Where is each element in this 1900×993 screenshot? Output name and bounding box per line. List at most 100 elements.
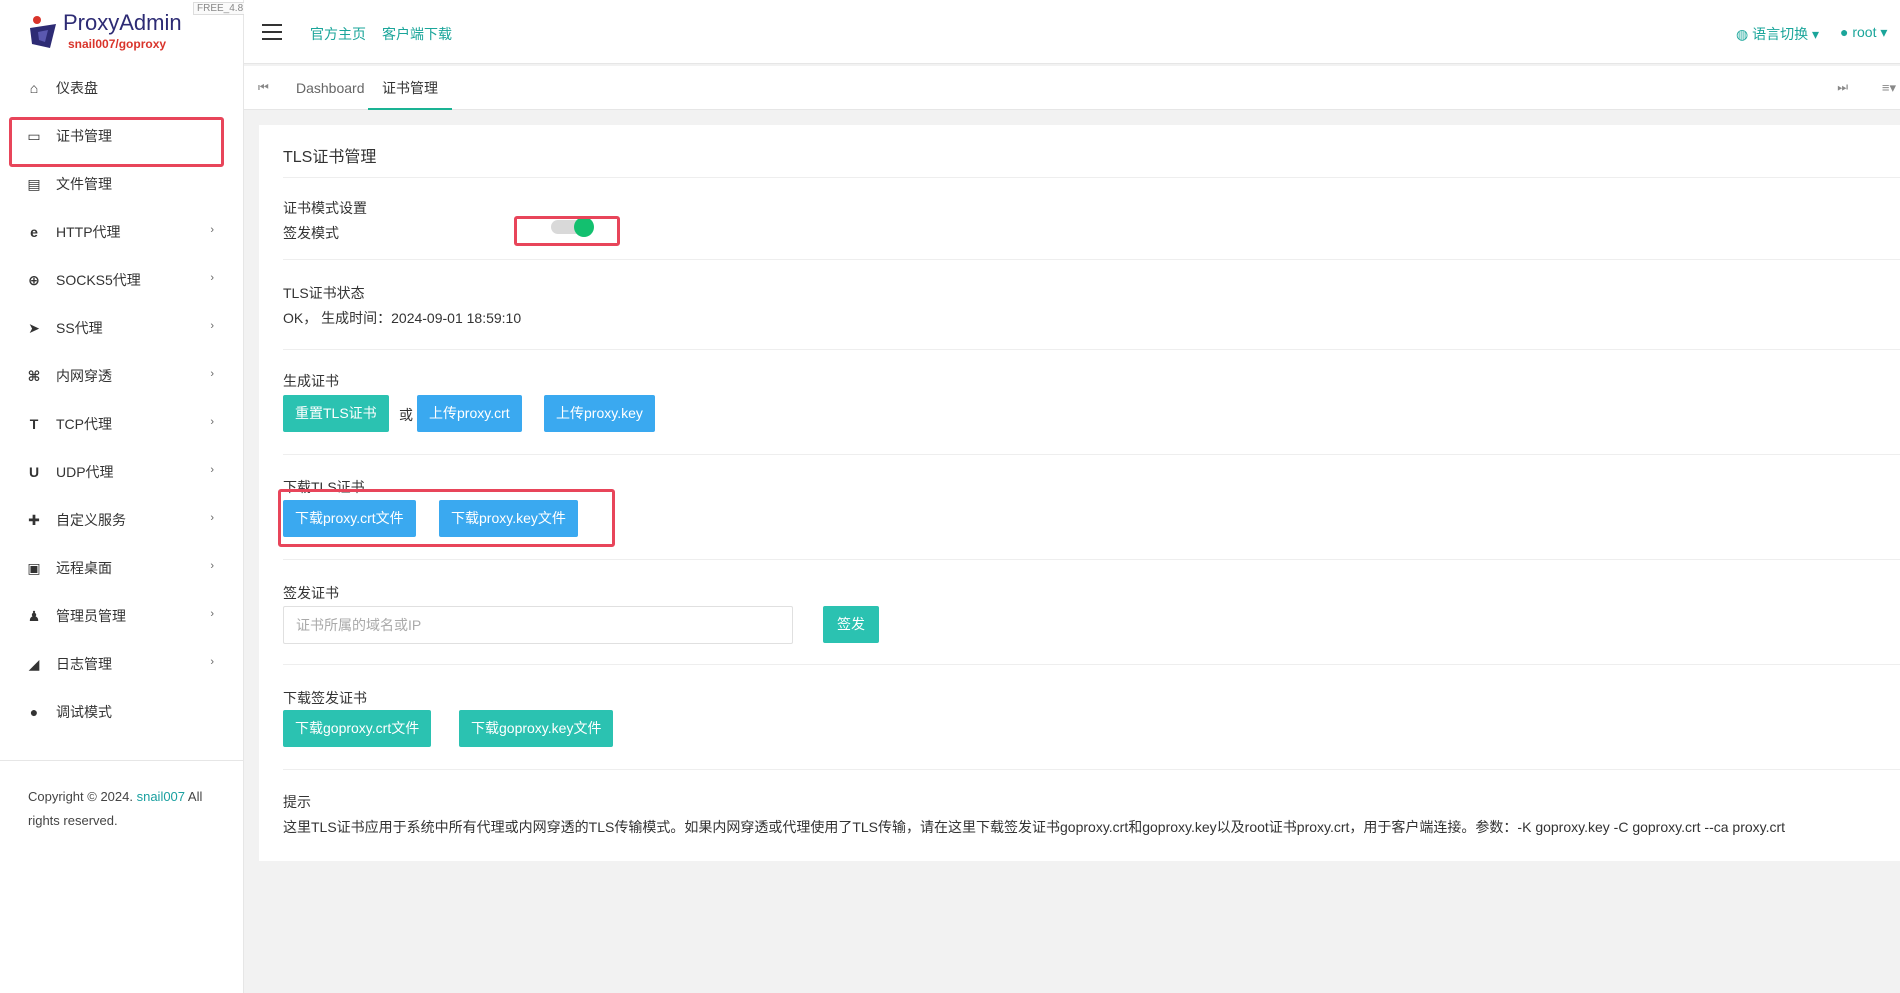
- tab-cert-management[interactable]: 证书管理: [368, 66, 452, 110]
- sidebar-item-label: 仪表盘: [56, 80, 98, 96]
- tabs-bar: ⏮ Dashboard 证书管理 ⏭ ≡▾: [244, 66, 1900, 110]
- divider: [283, 454, 1900, 455]
- camera-icon: ◢: [28, 655, 40, 672]
- chevron-right-icon: ›: [210, 656, 214, 668]
- divider: [283, 177, 1900, 178]
- tab-dashboard[interactable]: Dashboard: [282, 66, 379, 110]
- user-name: root: [1852, 24, 1877, 40]
- or-text: 或: [399, 407, 413, 423]
- sidebar-item[interactable]: e HTTP代理 ›: [0, 208, 244, 256]
- sidebar-item-label: 管理员管理: [56, 608, 126, 624]
- user-icon: ♟: [27, 607, 41, 624]
- sidebar-item[interactable]: ▣ 远程桌面 ›: [0, 544, 244, 592]
- reset-tls-button[interactable]: 重置TLS证书: [283, 395, 389, 432]
- home-icon: ⌂: [29, 80, 39, 96]
- divider: [283, 769, 1900, 770]
- divider: [283, 664, 1900, 665]
- desktop-icon: ▣: [27, 559, 41, 576]
- upload-key-button[interactable]: 上传proxy.key: [544, 395, 655, 432]
- issued-download-section-label: 下载签发证书: [283, 690, 367, 706]
- sidebar-item-label: 自定义服务: [56, 512, 126, 528]
- tab-scroll-right-icon[interactable]: ⏭: [1837, 80, 1848, 95]
- sidebar-item-label: SS代理: [56, 320, 103, 336]
- divider: [283, 259, 1900, 260]
- tip-text: 这里TLS证书应用于系统中所有代理或内网穿透的TLS传输模式。如果内网穿透或代理…: [283, 819, 1786, 835]
- sidebar-item[interactable]: ⌂ 仪表盘: [0, 64, 244, 112]
- sidebar-item[interactable]: ◢ 日志管理 ›: [0, 640, 244, 688]
- divider: [283, 349, 1900, 350]
- menu-toggle-icon[interactable]: [262, 24, 282, 40]
- issue-domain-input[interactable]: [283, 606, 793, 644]
- header-link-home[interactable]: 官方主页: [310, 24, 366, 44]
- chevron-right-icon: ›: [210, 368, 214, 380]
- page-title: TLS证书管理: [283, 149, 377, 166]
- divider: [283, 559, 1900, 560]
- issue-button[interactable]: 签发: [823, 606, 879, 643]
- caret-down-icon: ▾: [1808, 26, 1820, 42]
- cert-card: TLS证书管理 证书模式设置 签发模式 TLS证书状态 OK， 生成时间：202…: [259, 125, 1900, 861]
- ie-icon: e: [30, 224, 38, 240]
- chevron-right-icon: ›: [210, 560, 214, 572]
- mode-label: 签发模式: [283, 225, 339, 241]
- sidebar-item-label: SOCKS5代理: [56, 272, 141, 288]
- copyright-prefix: Copyright © 2024.: [28, 789, 137, 804]
- top-header: 官方主页 客户端下载 ◍ 语言切换 ▾ ● root ▾: [244, 0, 1900, 64]
- sidebar-item[interactable]: ● 调试模式: [0, 688, 244, 736]
- tab-scroll-left-icon[interactable]: ⏮: [258, 80, 269, 95]
- header-link-client-download[interactable]: 客户端下载: [382, 24, 452, 44]
- highlight-box-download: [278, 489, 615, 547]
- sidebar-item[interactable]: U UDP代理 ›: [0, 448, 244, 496]
- bug-icon: ●: [29, 704, 39, 720]
- sidebar-item-label: 日志管理: [56, 656, 112, 672]
- divider: [0, 760, 244, 761]
- globe-icon: ⊕: [28, 271, 40, 288]
- sidebar-item[interactable]: ➤ SS代理 ›: [0, 304, 244, 352]
- tab-menu-icon[interactable]: ≡▾: [1882, 80, 1896, 96]
- sidebar-item-label: 文件管理: [56, 176, 112, 192]
- status-section-label: TLS证书状态: [283, 285, 365, 301]
- download-goproxy-crt-button[interactable]: 下载goproxy.crt文件: [283, 710, 432, 747]
- chevron-right-icon: ›: [210, 416, 214, 428]
- user-menu[interactable]: ● root ▾: [1840, 24, 1887, 41]
- sidebar-item[interactable]: ♟ 管理员管理 ›: [0, 592, 244, 640]
- chevron-right-icon: ›: [210, 608, 214, 620]
- chevron-right-icon: ›: [210, 320, 214, 332]
- u-icon: U: [28, 464, 40, 480]
- issue-section-label: 签发证书: [283, 585, 339, 601]
- chevron-right-icon: ›: [210, 464, 214, 476]
- network-icon: ⌘: [27, 367, 41, 384]
- sidebar-item-label: 调试模式: [56, 704, 112, 720]
- sidebar-item-label: UDP代理: [56, 464, 114, 480]
- language-switch[interactable]: ◍ 语言切换 ▾: [1736, 24, 1819, 44]
- sidebar-item[interactable]: ⌘ 内网穿透 ›: [0, 352, 244, 400]
- upload-crt-button[interactable]: 上传proxy.crt: [417, 395, 522, 432]
- copyright-link[interactable]: snail007: [137, 789, 185, 804]
- sidebar-item[interactable]: T TCP代理 ›: [0, 400, 244, 448]
- chevron-right-icon: ›: [210, 224, 214, 236]
- caret-down-icon: ▾: [1876, 24, 1888, 40]
- paper-plane-icon: ➤: [28, 319, 40, 336]
- copyright: Copyright © 2024. snail007 All rights re…: [28, 785, 228, 833]
- sidebar-item[interactable]: ⊕ SOCKS5代理 ›: [0, 256, 244, 304]
- chevron-right-icon: ›: [210, 272, 214, 284]
- puzzle-icon: ✚: [28, 511, 40, 528]
- sidebar-item-label: HTTP代理: [56, 224, 121, 240]
- sidebar-item-label: 内网穿透: [56, 368, 112, 384]
- highlight-box-toggle: [514, 216, 620, 246]
- sidebar-item[interactable]: ▤ 文件管理: [0, 160, 244, 208]
- file-icon: ▤: [27, 175, 41, 192]
- logo[interactable]: ProxyAdmin snail007/goproxy FREE_4.8: [0, 0, 248, 62]
- status-value: OK， 生成时间：2024-09-01 18:59:10: [283, 310, 522, 326]
- tip-section-label: 提示: [283, 794, 311, 810]
- logo-icon: [30, 16, 56, 48]
- sidebar-item-label: TCP代理: [56, 416, 112, 432]
- generate-section-label: 生成证书: [283, 373, 339, 389]
- sidebar-item[interactable]: ✚ 自定义服务 ›: [0, 496, 244, 544]
- sidebar: ProxyAdmin snail007/goproxy FREE_4.8 ⌂ 仪表…: [0, 0, 248, 993]
- chevron-right-icon: ›: [210, 512, 214, 524]
- language-label: 语言切换: [1752, 26, 1809, 42]
- version-badge: FREE_4.8: [193, 2, 248, 15]
- brand-subtitle: snail007/goproxy: [68, 37, 167, 51]
- download-goproxy-key-button[interactable]: 下载goproxy.key文件: [459, 710, 614, 747]
- sidebar-item-label: 远程桌面: [56, 560, 112, 576]
